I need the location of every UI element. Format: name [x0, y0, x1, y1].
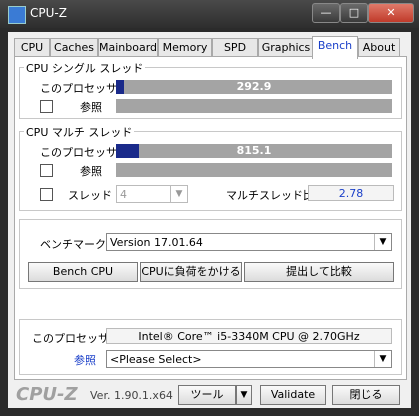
proc-ref-value: <Please Select> [110, 353, 202, 366]
cpuz-window: CPU-Z — □ ✕ CPU Caches Mainboard Memory … [0, 0, 419, 416]
tab-cpu[interactable]: CPU [14, 38, 50, 57]
single-this-bar: 292.9 [116, 80, 392, 94]
multi-ratio-value: 2.78 [308, 185, 394, 201]
chevron-down-icon: ▼ [170, 186, 187, 202]
thread-count-select[interactable]: 4 ▼ [116, 185, 188, 203]
submit-compare-button[interactable]: 提出して比較 [244, 262, 394, 282]
thread-count-value: 4 [120, 188, 127, 201]
multi-ref-bar [116, 163, 392, 177]
multi-ref-label: 参照 [80, 165, 102, 178]
multi-thread-group: CPU マルチ スレッド このプロセッサ 815.1 参照 スレッド 4 ▼ マ… [19, 124, 402, 211]
maximize-button[interactable]: □ [340, 3, 368, 23]
single-ref-label: 参照 [80, 101, 102, 114]
minimize-button[interactable]: — [312, 3, 340, 23]
benchmark-version-value: Version 17.01.64 [110, 236, 203, 249]
proc-ref-label: 参照 [74, 354, 96, 367]
cpuz-brand-logo: CPU-Z [16, 384, 78, 405]
stress-cpu-button[interactable]: CPUに負荷をかける [140, 262, 242, 282]
tab-mainboard[interactable]: Mainboard [98, 38, 158, 57]
multi-this-bar: 815.1 [116, 144, 392, 158]
client-area: CPU Caches Mainboard Memory SPD Graphics… [8, 32, 411, 408]
proc-this-value: Intel® Core™ i5-3340M CPU @ 2.70GHz [106, 328, 392, 344]
footer-bar: CPU-Z Ver. 1.90.1.x64 ツール ▼ Validate 閉じる [8, 382, 411, 408]
multi-ratio-label: マルチスレッド比 [226, 189, 314, 202]
tab-memory[interactable]: Memory [158, 38, 212, 57]
proc-this-label: このプロセッサ [32, 332, 109, 345]
tools-button[interactable]: ツール [178, 385, 236, 405]
bench-page: CPU シングル スレッド このプロセッサ 292.9 参照 CPU マルチ ス… [14, 56, 407, 380]
processor-group: このプロセッサ Intel® Core™ i5-3340M CPU @ 2.70… [19, 319, 402, 375]
validate-button[interactable]: Validate [260, 385, 326, 405]
multi-this-value: 815.1 [236, 144, 272, 157]
close-window-button[interactable]: ✕ [368, 3, 414, 23]
multi-ref-checkbox[interactable] [40, 164, 53, 177]
multi-thread-title: CPU マルチ スレッド [24, 124, 135, 140]
tab-bench[interactable]: Bench [312, 36, 358, 59]
close-button[interactable]: 閉じる [332, 385, 400, 405]
version-text: Ver. 1.90.1.x64 [90, 389, 173, 402]
single-thread-group: CPU シングル スレッド このプロセッサ 292.9 参照 [19, 60, 402, 119]
bench-cpu-button[interactable]: Bench CPU [28, 262, 138, 282]
single-this-value: 292.9 [236, 80, 272, 93]
benchmark-label: ベンチマーク [40, 238, 106, 251]
tools-dropdown-arrow-icon[interactable]: ▼ [236, 385, 252, 405]
tab-about[interactable]: About [358, 38, 400, 57]
window-title: CPU-Z [30, 6, 67, 20]
single-this-label: このプロセッサ [40, 82, 117, 95]
chevron-down-icon: ▼ [374, 351, 391, 367]
tab-caches[interactable]: Caches [50, 38, 98, 57]
single-thread-title: CPU シングル スレッド [24, 60, 146, 76]
benchmark-group: ベンチマーク Version 17.01.64 ▼ Bench CPU CPUに… [19, 219, 402, 289]
thread-checkbox[interactable] [40, 188, 53, 201]
tab-spd[interactable]: SPD [212, 38, 258, 57]
thread-label: スレッド [68, 189, 112, 202]
tab-graphics[interactable]: Graphics [258, 38, 314, 57]
multi-this-label: このプロセッサ [40, 146, 117, 159]
chevron-down-icon: ▼ [374, 234, 391, 250]
single-ref-bar [116, 99, 392, 113]
single-ref-checkbox[interactable] [40, 100, 53, 113]
benchmark-version-select[interactable]: Version 17.01.64 ▼ [106, 233, 392, 251]
cpuz-app-icon [8, 6, 26, 24]
title-bar[interactable]: CPU-Z — □ ✕ [0, 0, 419, 28]
proc-ref-select[interactable]: <Please Select> ▼ [106, 350, 392, 368]
